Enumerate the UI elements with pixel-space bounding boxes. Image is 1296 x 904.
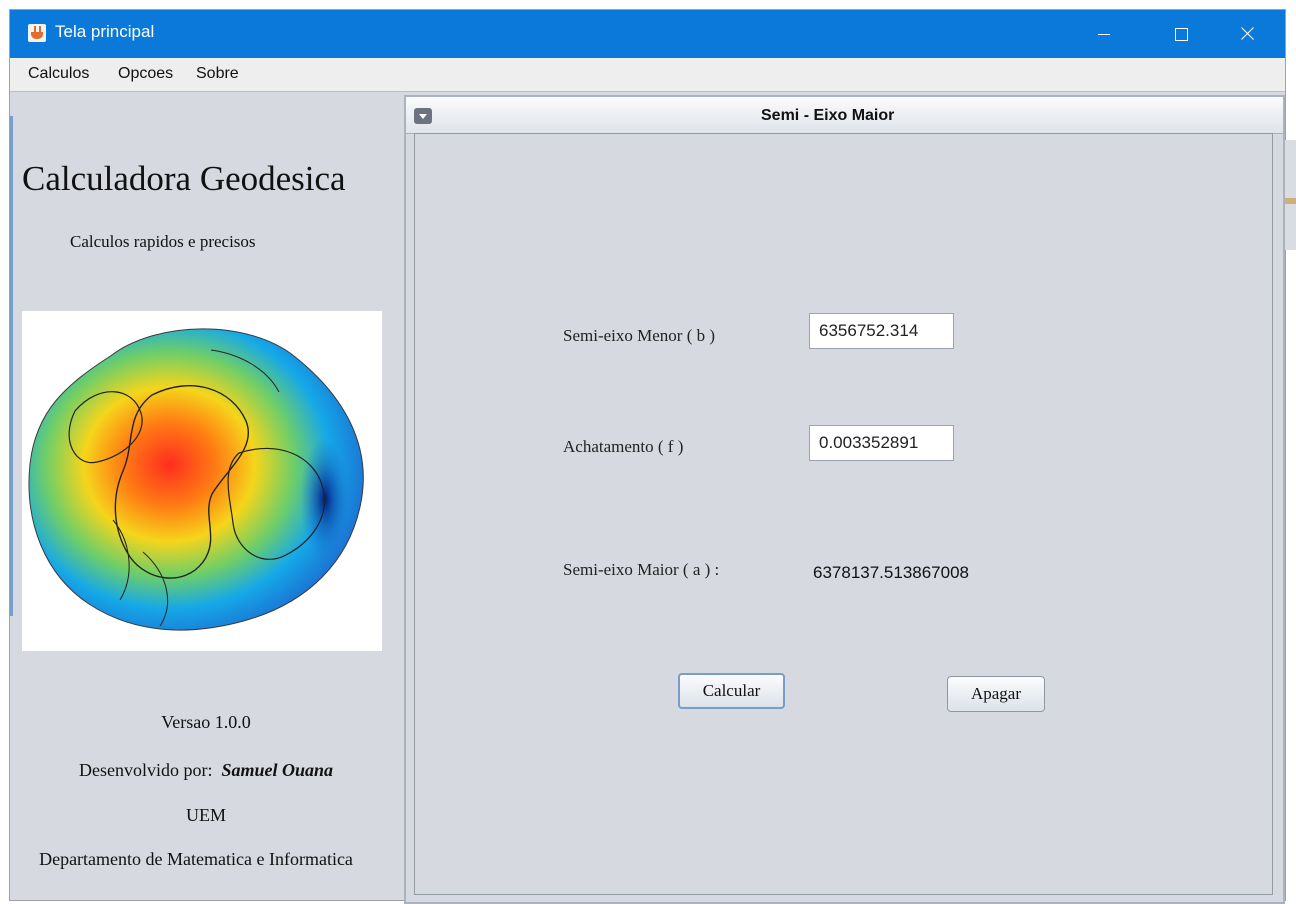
minimize-button[interactable] bbox=[1072, 10, 1138, 58]
window-title: Tela principal bbox=[55, 22, 155, 41]
menu-calculos[interactable]: Calculos bbox=[28, 65, 89, 83]
java-icon bbox=[28, 24, 46, 42]
calculate-button[interactable]: Calcular bbox=[678, 673, 785, 709]
developer-credit: Desenvolvido por: Samuel Ouana bbox=[10, 760, 402, 781]
major-axis-label: Semi-eixo Maior ( a ) : bbox=[563, 560, 720, 579]
flattening-label: Achatamento ( f ) bbox=[563, 437, 684, 456]
calculation-form: Semi-eixo Menor ( b ) Achatamento ( f ) … bbox=[414, 133, 1273, 895]
internal-window-title-bar[interactable]: Semi - Eixo Maior bbox=[406, 97, 1283, 134]
developer-name: Samuel Ouana bbox=[221, 760, 334, 780]
internal-window-title: Semi - Eixo Maior bbox=[761, 107, 895, 124]
desktop-background-edge bbox=[1285, 140, 1296, 250]
version-text: Versao 1.0.0 bbox=[161, 712, 251, 732]
major-axis-result: 6378137.513867008 bbox=[813, 563, 969, 582]
clear-button[interactable]: Apagar bbox=[947, 676, 1045, 712]
menu-sobre[interactable]: Sobre bbox=[196, 65, 239, 83]
minor-axis-input[interactable] bbox=[809, 313, 954, 349]
information-panel: Calculadora Geodesica Calculos rapidos e… bbox=[10, 92, 402, 900]
minor-axis-label: Semi-eixo Menor ( b ) bbox=[563, 326, 716, 345]
menu-bar: Calculos Opcoes Sobre bbox=[10, 58, 1285, 92]
application-window: Tela principal Calculos Opcoes Sobre Cal… bbox=[10, 10, 1285, 904]
title-bar[interactable]: Tela principal bbox=[10, 10, 1285, 58]
panel-edge-divider bbox=[10, 116, 13, 616]
application-subtitle: Calculos rapidos e precisos bbox=[70, 232, 256, 251]
semi-major-axis-window: Semi - Eixo Maior Semi-eixo Menor ( b ) … bbox=[404, 95, 1285, 904]
menu-opcoes[interactable]: Opcoes bbox=[118, 65, 173, 83]
flattening-input[interactable] bbox=[809, 425, 954, 461]
institution-name: UEM bbox=[186, 805, 226, 825]
department-name: Departamento de Matematica e Informatica bbox=[39, 849, 353, 869]
window-menu-icon[interactable] bbox=[414, 108, 432, 124]
developed-by-label: Desenvolvido por: bbox=[78, 760, 213, 780]
geoid-globe-image bbox=[22, 311, 382, 651]
close-button[interactable] bbox=[1215, 10, 1281, 58]
application-heading: Calculadora Geodesica bbox=[22, 159, 346, 198]
maximize-button[interactable] bbox=[1148, 10, 1214, 58]
